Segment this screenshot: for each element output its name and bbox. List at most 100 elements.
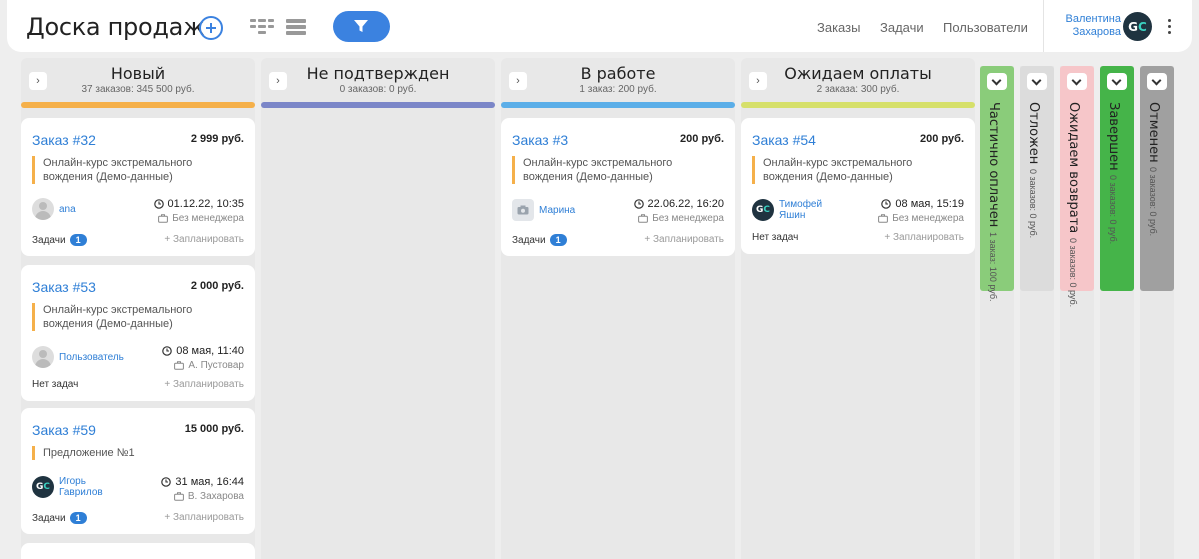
collapsed-column-label: Отложен 0 заказов: 0 руб. <box>1024 102 1042 238</box>
order-client[interactable]: GC Тимофей Яшин <box>752 199 839 221</box>
order-client[interactable]: ana <box>32 198 76 220</box>
clock-icon <box>881 199 892 209</box>
order-description: Предложение №1 <box>32 446 242 460</box>
nav-tasks[interactable]: Задачи <box>880 20 924 35</box>
column-summary: 0 заказов: 0 руб. <box>1108 175 1118 245</box>
client-name[interactable]: Марина <box>539 205 575 216</box>
clock-icon <box>153 199 164 209</box>
order-client[interactable]: Пользователь <box>32 346 124 368</box>
avatar <box>32 198 54 220</box>
order-title[interactable]: Заказ #3 <box>512 132 568 148</box>
chevron-down-icon[interactable] <box>1067 73 1087 90</box>
order-price: 15 000 руб. <box>184 423 244 435</box>
user-avatar[interactable]: GC <box>1123 12 1152 41</box>
order-tasks[interactable]: Нет задач <box>32 379 78 390</box>
column-title: Новый <box>110 64 166 83</box>
order-description: Онлайн-курс экстремального вождения (Дем… <box>752 156 962 184</box>
page-title: Доска продаж <box>26 13 205 41</box>
order-card[interactable]: Заказ #59 15 000 руб. Предложение №1 GC … <box>21 408 255 534</box>
chevron-down-icon[interactable] <box>1147 73 1167 90</box>
column-partially-paid[interactable]: Частично оплачен 1 заказ: 100 руб. <box>980 66 1014 301</box>
column-completed[interactable]: Завершен 0 заказов: 0 руб. <box>1100 66 1134 291</box>
current-user-name[interactable]: Валентина Захарова <box>1055 13 1121 39</box>
order-card[interactable]: Заказ #54 200 руб. Онлайн-курс экстремал… <box>741 118 975 254</box>
order-manager: В. Захарова <box>173 491 244 502</box>
column-cancelled[interactable]: Отменен 0 заказов: 0 руб. <box>1140 66 1174 291</box>
column-summary: 0 заказов: 0 руб. <box>1148 167 1158 237</box>
order-description: Онлайн-курс экстремального вождения (Дем… <box>512 156 722 184</box>
filter-icon <box>354 20 368 32</box>
column-title: Не подтвержден <box>306 64 450 83</box>
order-title[interactable]: Заказ #53 <box>32 279 96 295</box>
more-menu-icon[interactable] <box>1168 19 1172 35</box>
column-summary: 2 заказа: 300 руб. <box>816 84 900 95</box>
schedule-task-link[interactable]: + Запланировать <box>164 512 244 523</box>
client-name[interactable]: Игорь Гаврилов <box>59 476 119 498</box>
order-card[interactable]: Заказ #32 2 999 руб. Онлайн-курс экстрем… <box>21 118 255 256</box>
order-manager: Без менеджера <box>638 213 724 224</box>
client-name[interactable]: Тимофей Яшин <box>779 199 839 221</box>
briefcase-icon <box>638 214 649 223</box>
chevron-down-icon[interactable] <box>987 73 1007 90</box>
schedule-task-link[interactable]: + Запланировать <box>164 234 244 245</box>
filter-button[interactable] <box>333 11 390 42</box>
tasks-label: Нет задач <box>752 232 799 243</box>
order-title[interactable]: Заказ #32 <box>32 132 96 148</box>
order-title[interactable]: Заказ #59 <box>32 422 96 438</box>
order-manager: Без менеджера <box>878 213 964 224</box>
column-title: Ожидаем оплаты <box>784 64 932 83</box>
column-color-bar <box>261 102 495 108</box>
client-name[interactable]: ana <box>59 204 76 215</box>
column-header: › Новый 37 заказов: 345 500 руб. <box>21 58 255 109</box>
column-header: › Ожидаем оплаты 2 заказа: 300 руб. <box>741 58 975 109</box>
camera-icon <box>512 199 534 221</box>
column-summary: 0 заказов: 0 руб. <box>1068 237 1078 307</box>
order-tasks[interactable]: Задачи 1 <box>32 512 87 524</box>
avatar: GC <box>32 476 54 498</box>
order-tasks[interactable]: Нет задач <box>752 232 798 243</box>
order-tasks[interactable]: Задачи 1 <box>512 234 567 246</box>
order-date: 22.06.22, 16:20 <box>633 198 724 210</box>
kanban-view-icon[interactable] <box>250 18 274 36</box>
tasks-count-badge: 1 <box>549 234 567 246</box>
briefcase-icon <box>878 214 889 223</box>
order-client[interactable]: Марина <box>512 199 575 221</box>
manager-name: Без менеджера <box>892 213 964 224</box>
schedule-task-link[interactable]: + Запланировать <box>884 232 964 243</box>
order-tasks[interactable]: Задачи 1 <box>32 234 87 246</box>
manager-name: Без менеджера <box>652 213 724 224</box>
column-in-progress: › В работе 1 заказ: 200 руб. Заказ #3 20… <box>501 58 735 559</box>
order-card[interactable]: Заказ #53 2 000 руб. Онлайн-курс экстрем… <box>21 265 255 401</box>
order-card[interactable]: Заказ #3 200 руб. Онлайн-курс экстремаль… <box>501 118 735 256</box>
column-postponed[interactable]: Отложен 0 заказов: 0 руб. <box>1020 66 1054 291</box>
order-title[interactable]: Заказ #54 <box>752 132 816 148</box>
header-divider <box>1043 0 1044 52</box>
tasks-label: Задачи <box>32 512 66 524</box>
order-price: 2 999 руб. <box>190 133 244 145</box>
schedule-task-link[interactable]: + Запланировать <box>644 234 724 245</box>
nav-users[interactable]: Пользователи <box>943 20 1028 35</box>
nav-orders[interactable]: Заказы <box>817 20 860 35</box>
tasks-label: Нет задач <box>32 379 79 390</box>
order-client[interactable]: GC Игорь Гаврилов <box>32 476 119 498</box>
column-color-bar <box>501 102 735 108</box>
order-price: 200 руб. <box>920 133 964 145</box>
column-title: Завершен <box>1106 102 1121 171</box>
date-text: 08 мая, 11:40 <box>176 345 244 357</box>
column-title: Частично оплачен <box>986 102 1001 228</box>
clock-icon <box>633 199 644 209</box>
add-order-button[interactable] <box>199 16 223 40</box>
client-name[interactable]: Пользователь <box>59 352 124 363</box>
avatar <box>32 346 54 368</box>
chevron-down-icon[interactable] <box>1027 73 1047 90</box>
calendar-icon <box>161 477 172 487</box>
column-header: › Не подтвержден 0 заказов: 0 руб. <box>261 58 495 109</box>
schedule-task-link[interactable]: + Запланировать <box>164 379 244 390</box>
order-card[interactable] <box>21 543 255 559</box>
column-awaiting-refund[interactable]: Ожидаем возврата 0 заказов: 0 руб. <box>1060 66 1094 307</box>
order-price: 2 000 руб. <box>190 280 244 292</box>
chevron-down-icon[interactable] <box>1107 73 1127 90</box>
briefcase-icon <box>174 361 185 370</box>
list-view-icon[interactable] <box>286 18 306 36</box>
order-date: 08 мая, 15:19 <box>881 198 964 210</box>
